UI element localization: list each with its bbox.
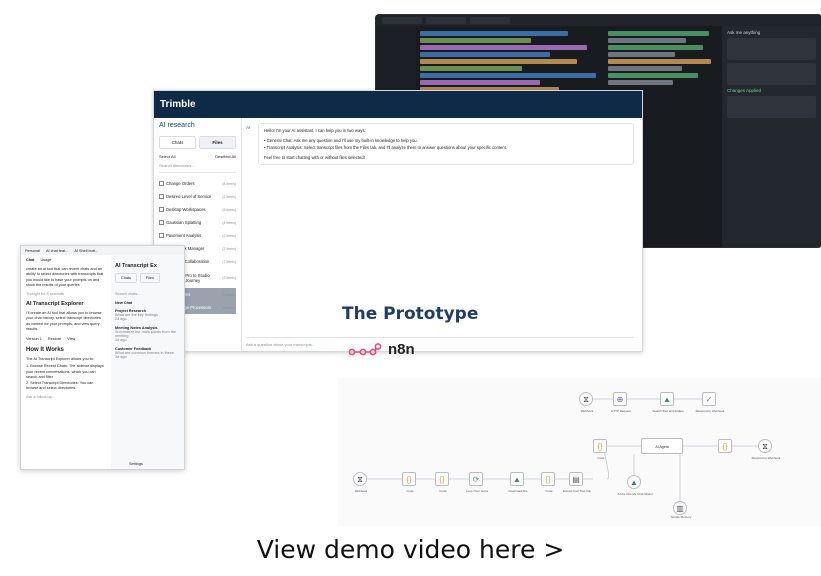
respond-webhook-icon[interactable]: ✓ Respond to Webhook: [696, 392, 724, 413]
version-label[interactable]: Version 1: [26, 337, 42, 343]
followup-input[interactable]: Ask a follow-up...: [26, 395, 104, 401]
browser-tab[interactable]: AI Shell butt...: [74, 249, 98, 253]
how-it-works-heading: How It Works: [26, 347, 64, 353]
user-prompt: create an ai tool that can recent chats …: [26, 266, 104, 288]
view-button[interactable]: View: [67, 337, 75, 343]
code-node-icon[interactable]: {} Code: [435, 472, 449, 493]
directory-item[interactable]: Desktop Workspaces (5 items): [159, 203, 236, 216]
recent-chat-item[interactable]: Customer Feedback What are common themes…: [115, 347, 180, 359]
how-it-works-desc: The AI Transcript Explorer allows you to…: [26, 356, 94, 361]
editor-chat-message: [727, 63, 816, 85]
code-node-icon[interactable]: {} Code: [593, 439, 607, 460]
code-node-icon[interactable]: {} Code: [541, 472, 555, 493]
checkbox-icon[interactable]: [159, 207, 164, 212]
respond-webhook-icon[interactable]: ⧖ Respond to Webhook: [752, 439, 780, 460]
builder-chat-window: Personal AI chat feat... AI Shell butt..…: [20, 245, 185, 470]
message-closing: Feel free to start chatting with or with…: [264, 155, 365, 160]
checkbox-icon[interactable]: [159, 181, 164, 186]
n8n-logo: n8n: [348, 341, 415, 358]
n8n-logo-icon: [348, 342, 382, 355]
ai-avatar: AI: [246, 125, 251, 130]
message-point-general: • General Chat: Ask me any question and …: [264, 138, 418, 143]
http-request-icon[interactable]: ⊕ HTTP Request: [611, 392, 631, 413]
tab-chats[interactable]: Chats: [115, 273, 137, 283]
browser-tab[interactable]: AI chat feat...: [46, 249, 68, 253]
google-drive-icon[interactable]: ▲ Search files and folders: [652, 392, 684, 413]
n8n-logo-text: n8n: [388, 341, 415, 358]
thought-indicator[interactable]: Thought for 8 seconds: [26, 292, 104, 298]
select-all-button[interactable]: Select All: [159, 154, 175, 159]
code-node-icon[interactable]: {} Code: [402, 472, 416, 493]
tab-chat[interactable]: Chat: [26, 258, 34, 264]
response-heading: AI Transcript Explorer: [26, 301, 84, 307]
editor-chat-title: Ask me anything: [727, 30, 761, 35]
demo-video-link[interactable]: View demo video here >: [0, 535, 821, 564]
message-greeting: Hello! I'm your AI assistant. I can help…: [264, 128, 366, 133]
editor-chat-message: [727, 38, 816, 60]
browser-tab[interactable]: Personal: [25, 249, 40, 253]
response-description: I'll create an AI tool that allows you t…: [26, 310, 102, 332]
new-chat-button[interactable]: New Chat: [115, 301, 180, 305]
editor-tab[interactable]: [426, 17, 466, 24]
trimble-logo: Trimble: [160, 99, 196, 110]
ai-agent-node[interactable]: AI Agent: [641, 438, 683, 454]
conversation-panel: Chat Usage create an ai tool that can re…: [21, 255, 109, 469]
preview-panel: AI Transcript Ex Chats Files Search chat…: [111, 255, 184, 469]
tab-files[interactable]: Files: [139, 273, 160, 283]
memory-icon[interactable]: ▥ Simple Memory: [671, 501, 691, 519]
extract-file-icon[interactable]: ▤ Extract from Text File: [563, 472, 591, 493]
message-point-transcript: • Transcript Analysis: Select transcript…: [264, 145, 507, 150]
step-2: 2. Select Transcript Directories: You ca…: [26, 380, 94, 391]
tab-files[interactable]: Files: [199, 136, 236, 149]
assistant-message: Hello! I'm your AI assistant. I can help…: [258, 123, 634, 165]
loop-icon[interactable]: ⟳ Loop Over Items: [466, 472, 488, 493]
directory-item[interactable]: Desired Level of Service (2 items): [159, 190, 236, 203]
selection-controls: Select All Deselect All: [159, 154, 236, 159]
directory-item[interactable]: Change Orders (8 items): [159, 177, 236, 190]
changes-applied-label: Changes Applied: [727, 88, 762, 93]
top-bar: Trimble: [154, 91, 642, 118]
app-title: AI research: [159, 122, 195, 129]
webhook-trigger-icon[interactable]: ⧖ Webhook: [353, 472, 367, 493]
google-drive-icon[interactable]: ▲ Download File: [508, 472, 528, 493]
editor-chat-panel: Ask me anything Changes Applied: [722, 26, 821, 247]
editor-tab-bar: [376, 15, 821, 26]
chat-input[interactable]: Ask a question about your transcripts...: [246, 337, 634, 347]
step-1: 1. Browse Recent Chats: The sidebar disp…: [26, 364, 104, 379]
recent-chat-item[interactable]: Meeting Notes Analysis Summarize the mai…: [115, 326, 180, 342]
tab-usage[interactable]: Usage: [40, 258, 51, 264]
checkbox-icon[interactable]: [159, 220, 164, 225]
directory-item[interactable]: Gaussian Splatting (4 items): [159, 216, 236, 229]
prototype-title: The Prototype: [342, 304, 479, 324]
view-toggle: Chats Files: [159, 136, 236, 149]
preview-title: AI Transcript Ex: [115, 263, 157, 269]
code-node-icon[interactable]: {}: [718, 439, 732, 453]
settings-button[interactable]: Settings: [129, 462, 143, 466]
checkbox-icon[interactable]: [159, 194, 164, 199]
browser-tab-bar: Personal AI chat feat... AI Shell butt..…: [21, 246, 184, 255]
checkbox-icon[interactable]: [159, 233, 164, 238]
editor-tab[interactable]: [382, 17, 422, 24]
directory-item[interactable]: Pavement Analysis (3 items): [159, 229, 236, 242]
deselect-all-button[interactable]: Deselect All: [215, 154, 236, 159]
editor-tab[interactable]: [470, 17, 510, 24]
openai-model-icon[interactable]: ▲ Azure OpenAI Chat Model: [617, 475, 653, 496]
workflow-canvas[interactable]: ⧖ Webhook {} Code {} Code ⟳ Loop Over Items …: [338, 378, 821, 526]
chat-search-input[interactable]: Search chats...: [115, 292, 180, 296]
recent-chat-item[interactable]: Project Research What are the key findin…: [115, 309, 180, 321]
webhook-trigger-icon[interactable]: ⧖ Webhook: [579, 392, 593, 413]
directory-search-input[interactable]: Search directories...: [159, 163, 236, 173]
editor-chat-message: [727, 96, 816, 118]
tab-chats[interactable]: Chats: [159, 136, 196, 149]
restore-button[interactable]: Restore: [48, 337, 61, 343]
